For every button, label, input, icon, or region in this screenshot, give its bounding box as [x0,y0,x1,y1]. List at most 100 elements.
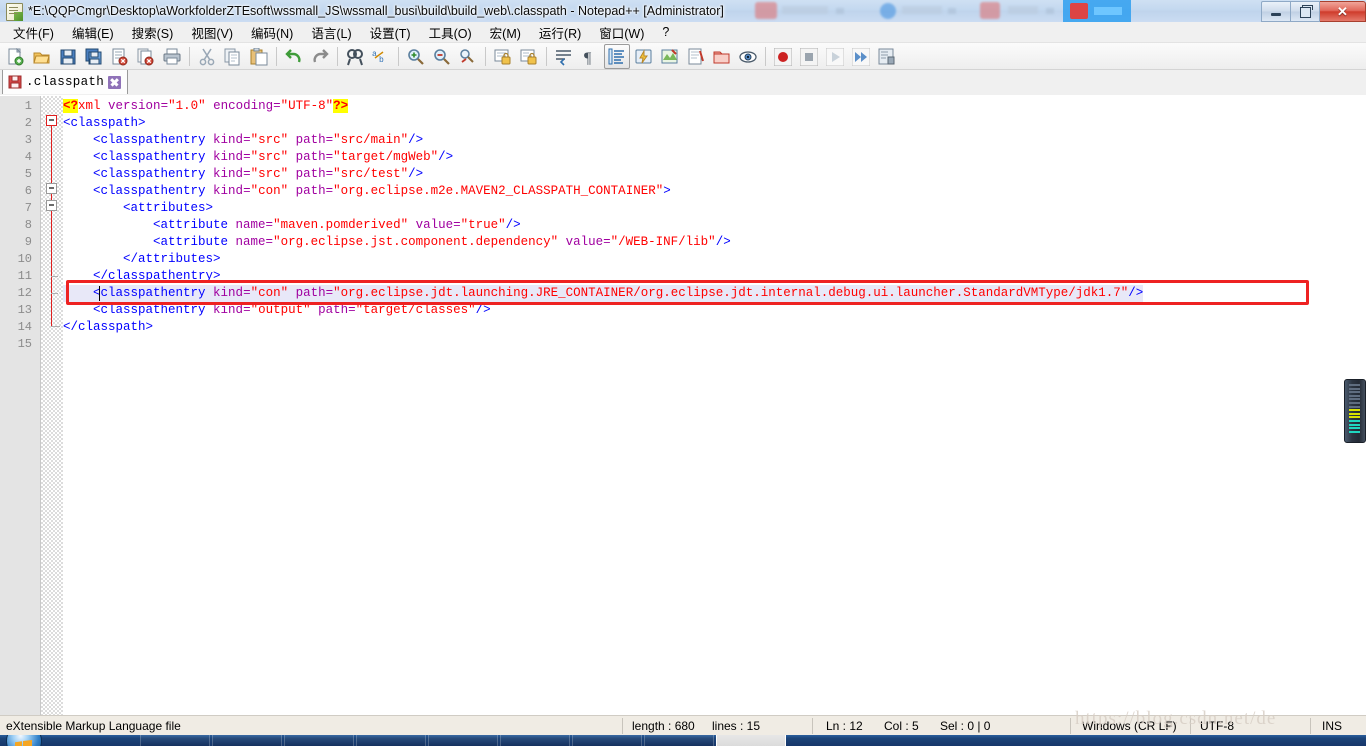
svg-text:b: b [379,56,384,65]
taskbar-item[interactable] [356,735,426,746]
zoom-out-icon[interactable] [430,45,454,68]
show-whitespace-icon[interactable]: ¶ [578,45,602,68]
taskbar-item[interactable] [140,735,210,746]
background-blur-artifact [1008,6,1038,14]
all-chars-icon[interactable] [517,45,541,68]
sync-scroll-icon[interactable] [456,45,480,68]
menu-edit[interactable]: 编辑(E) [63,21,123,44]
menu-tools[interactable]: 工具(O) [420,21,481,44]
undo-icon[interactable] [282,45,306,68]
cut-icon[interactable] [195,45,219,68]
copy-icon[interactable] [221,45,245,68]
restore-button[interactable] [1291,1,1320,22]
token-attr: value [565,235,604,249]
code-canvas[interactable]: <?xml version="1.0" encoding="UTF-8"?> <c… [63,96,1366,716]
token-op: = [265,235,274,249]
fold-end-classpath [51,326,60,327]
menu-macro[interactable]: 宏(M) [481,21,530,44]
token-str: "src" [250,167,289,181]
run-macro-multiple-icon[interactable] [849,45,873,68]
token-tag: <classpath> [63,116,146,130]
token-attr: version [108,99,161,113]
format-icon[interactable] [632,45,656,68]
menu-settings[interactable]: 设置(T) [361,21,420,44]
line-number: 11 [17,269,32,283]
start-orb-icon[interactable] [6,735,42,746]
menu-run[interactable]: 运行(R) [530,21,590,44]
user-defined-lang-icon[interactable] [658,45,682,68]
taskbar-item[interactable] [572,735,642,746]
fold-toggle-line-7[interactable] [46,200,57,211]
taskbar-item[interactable] [500,735,570,746]
play-macro-icon[interactable] [823,45,847,68]
word-wrap-icon[interactable] [491,45,515,68]
desktop-gadget-sound-meter [1344,379,1366,443]
status-file-type: eXtensible Markup Language file [6,719,181,733]
gadget-bar [1349,427,1360,430]
record-macro-icon[interactable] [771,45,795,68]
print-icon[interactable] [160,45,184,68]
token-op: = [325,286,334,300]
taskbar-item[interactable] [428,735,498,746]
status-separator [1310,718,1311,734]
menu-search[interactable]: 搜索(S) [123,21,183,44]
toolbar: ab ¶ [0,43,1366,70]
code-line: <classpathentry kind="con" path="org.ecl… [63,285,1144,302]
editor-area[interactable]: 1 2 3 4 5 6 7 8 9 10 11 12 13 14 15 <?xml version="1.0… [0,95,1366,716]
open-file-icon[interactable] [30,45,54,68]
window-title: *E:\QQPCmgr\Desktop\aWorkfolderZTEsoft\w… [28,4,724,18]
gadget-bar [1349,423,1360,426]
token-str: "UTF-8" [280,99,334,113]
menu-help[interactable]: ? [653,23,678,41]
tab-classpath[interactable]: .classpath [2,70,128,94]
taskbar-item[interactable] [284,735,354,746]
status-separator [622,718,623,734]
folder-as-workspace-icon[interactable] [710,45,734,68]
redo-icon[interactable] [308,45,332,68]
new-file-icon[interactable] [4,45,28,68]
zoom-in-icon[interactable] [404,45,428,68]
fold-toggle-line-6[interactable] [46,183,57,194]
menu-language[interactable]: 语言(L) [302,21,360,44]
menu-window[interactable]: 窗口(W) [590,21,653,44]
show-eol-icon[interactable] [604,43,630,69]
save-icon[interactable] [56,45,80,68]
save-all-icon[interactable] [82,45,106,68]
close-file-icon[interactable] [108,45,132,68]
close-all-icon[interactable] [134,45,158,68]
paste-icon[interactable] [247,45,271,68]
menu-view[interactable]: 视图(V) [182,21,242,44]
stop-macro-icon[interactable] [797,45,821,68]
document-map-icon[interactable] [684,45,708,68]
indent-guide-icon[interactable] [552,45,576,68]
tab-label: .classpath [26,75,105,89]
close-tab-icon[interactable] [108,75,122,89]
menu-encoding[interactable]: 编码(N) [242,21,302,44]
code-line: <classpathentry kind="src" path="src/tes… [63,166,1143,183]
monitor-icon[interactable] [736,45,760,68]
minimize-button[interactable] [1261,1,1291,22]
menu-file[interactable]: 文件(F) [4,21,63,44]
status-separator [1190,718,1191,734]
line-numbers: 1 2 3 4 5 6 7 8 9 10 11 12 13 14 15 [0,98,38,353]
replace-icon[interactable]: ab [369,45,393,68]
token-tag: </classpathentry> [93,269,221,283]
fold-margin[interactable] [41,96,63,716]
taskbar-item[interactable] [644,735,714,746]
save-macro-icon[interactable] [875,45,899,68]
taskbar-item-active[interactable] [716,735,786,746]
close-button[interactable]: ✕ [1320,1,1366,22]
gadget-bar [1349,412,1360,415]
fold-toggle-line-2[interactable] [46,115,57,126]
token-op: = [603,235,611,249]
find-icon[interactable] [343,45,367,68]
token-tag: /> [475,303,491,317]
taskbar-item[interactable] [212,735,282,746]
